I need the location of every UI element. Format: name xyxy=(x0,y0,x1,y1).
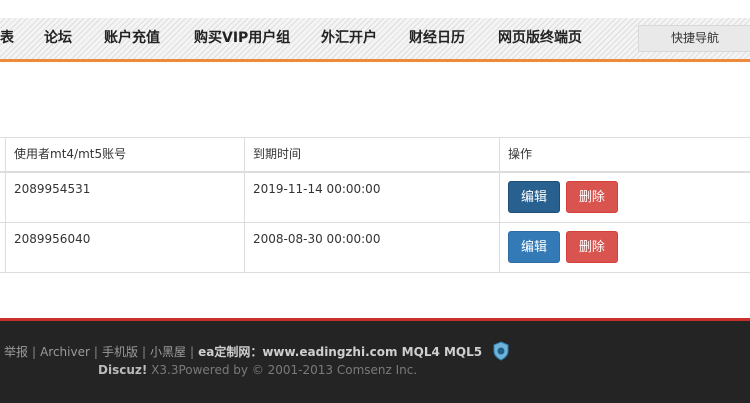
account-table: 使用者mt4/mt5账号 到期时间 操作 2089954531 2019-11-… xyxy=(0,137,750,273)
footer-separator: | xyxy=(94,345,98,359)
table-row: 2089956040 2008-08-30 00:00:00 编辑 删除 xyxy=(0,222,750,272)
header-cell-expiry: 到期时间 xyxy=(245,138,500,173)
nav-item-calendar[interactable]: 财经日历 xyxy=(409,18,465,59)
footer-copyright: Discuz! X3.3Powered by © 2001-2013 Comse… xyxy=(98,363,417,377)
footer-site-info[interactable]: ea定制网：www.eadingzhi.com MQL4 MQL5 xyxy=(198,345,482,359)
header-cell-account: 使用者mt4/mt5账号 xyxy=(6,138,245,173)
nav-accent-line xyxy=(0,59,750,62)
footer-link-blackroom[interactable]: 小黑屋 xyxy=(150,345,186,359)
nav-item-partial[interactable]: 表 xyxy=(0,18,14,59)
account-cell: 2089954531 xyxy=(6,172,245,222)
footer-link-report[interactable]: 举报 xyxy=(4,345,28,359)
table-header-row: 使用者mt4/mt5账号 到期时间 操作 xyxy=(0,138,750,173)
nav-item-web-terminal[interactable]: 网页版终端页 xyxy=(498,18,582,59)
account-cell: 2089956040 xyxy=(6,222,245,272)
table-row: 2089954531 2019-11-14 00:00:00 编辑 删除 xyxy=(0,172,750,222)
delete-button[interactable]: 删除 xyxy=(566,181,618,213)
page-footer: 举报 | Archiver | 手机版 | 小黑屋 | ea定制网：www.eadingzhi.… xyxy=(0,318,750,403)
footer-links: 举报 | Archiver | 手机版 | 小黑屋 | ea定制网：www.eadingzhi.… xyxy=(4,341,510,364)
header-cell-actions: 操作 xyxy=(500,138,750,173)
footer-link-mobile[interactable]: 手机版 xyxy=(102,345,138,359)
actions-cell: 编辑 删除 xyxy=(500,172,750,222)
shield-check-icon[interactable] xyxy=(492,341,510,364)
footer-link-archiver[interactable]: Archiver xyxy=(40,345,90,359)
footer-separator: | xyxy=(32,345,36,359)
footer-separator: | xyxy=(142,345,146,359)
nav-item-vip[interactable]: 购买VIP用户组 xyxy=(194,18,290,59)
nav-item-recharge[interactable]: 账户充值 xyxy=(104,18,160,59)
delete-button[interactable]: 删除 xyxy=(566,231,618,263)
nav-item-forex[interactable]: 外汇开户 xyxy=(321,18,377,59)
nav-item-forum[interactable]: 论坛 xyxy=(44,18,72,59)
edit-button[interactable]: 编辑 xyxy=(508,231,560,263)
edit-button[interactable]: 编辑 xyxy=(508,181,560,213)
quick-nav-button[interactable]: 快捷导航 xyxy=(638,25,750,52)
expiry-cell: 2008-08-30 00:00:00 xyxy=(245,222,500,272)
actions-cell: 编辑 删除 xyxy=(500,222,750,272)
powered-brand[interactable]: Discuz! xyxy=(98,363,147,377)
footer-separator: | xyxy=(190,345,194,359)
powered-text: X3.3Powered by © 2001-2013 Comsenz Inc. xyxy=(147,363,417,377)
expiry-cell: 2019-11-14 00:00:00 xyxy=(245,172,500,222)
top-navigation-bar: 表 论坛 账户充值 购买VIP用户组 外汇开户 财经日历 网页版终端页 快捷导航 xyxy=(0,18,750,59)
